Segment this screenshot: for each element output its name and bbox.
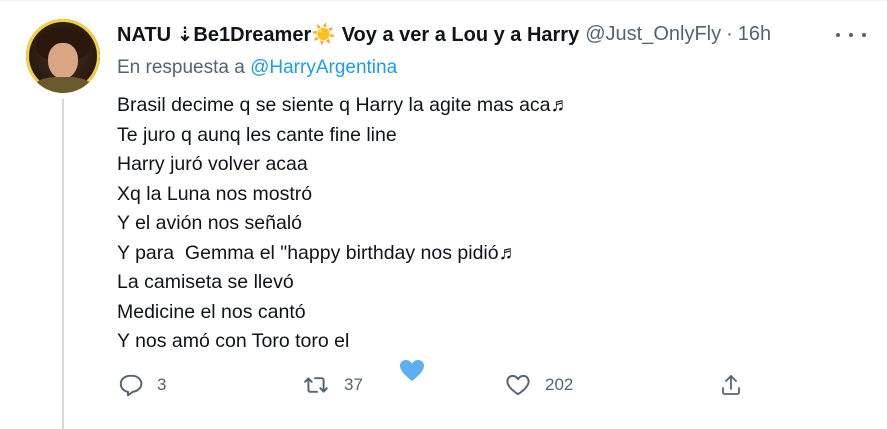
like-button[interactable]: 202 bbox=[505, 371, 573, 399]
tweet-line: Xq la Luna nos mostró bbox=[117, 182, 313, 205]
avatar[interactable] bbox=[26, 19, 100, 93]
retweet-button[interactable]: 37 bbox=[302, 371, 363, 399]
tweet-line: La camiseta se llevó bbox=[117, 271, 294, 293]
reply-count: 3 bbox=[157, 375, 167, 394]
share-icon bbox=[719, 372, 743, 398]
tweet-line: Medicine el nos cantó bbox=[117, 300, 306, 323]
retweet-icon bbox=[302, 372, 330, 398]
thread-line bbox=[62, 99, 64, 429]
reply-button[interactable]: 3 bbox=[117, 371, 166, 399]
tweet-header: NATU ⇣Be1Dreamer☀️ Voy a ver a Lou y a H… bbox=[117, 21, 771, 47]
blue-heart-emoji-icon bbox=[355, 330, 424, 382]
handle[interactable]: @Just_OnlyFly bbox=[585, 23, 721, 46]
more-icon[interactable] bbox=[836, 25, 866, 45]
action-bar: 3 37 202 bbox=[117, 371, 757, 399]
tweet-text: Brasil decime q se siente q Harry la agi… bbox=[117, 91, 571, 382]
reply-mention-link[interactable]: @HarryArgentina bbox=[250, 57, 397, 78]
tweet-line: Y el avión nos señaló bbox=[117, 212, 303, 234]
share-button[interactable] bbox=[719, 371, 743, 399]
timestamp[interactable]: 16h bbox=[738, 23, 771, 46]
like-count: 202 bbox=[545, 375, 574, 394]
display-name[interactable]: NATU ⇣Be1Dreamer☀️ Voy a ver a Lou y a H… bbox=[117, 22, 579, 47]
tweet-line: Y nos amó con Toro toro el bbox=[117, 330, 350, 352]
tweet-last-line: Y nos amó con Toro toro el bbox=[117, 327, 570, 382]
tweet-line: Brasil decime q se siente q Harry la agi… bbox=[117, 94, 571, 116]
tweet[interactable]: NATU ⇣Be1Dreamer☀️ Voy a ver a Lou y a H… bbox=[0, 0, 887, 429]
tweet-line: Harry juró volver acaa bbox=[117, 153, 308, 175]
reply-prefix: En respuesta a bbox=[117, 57, 245, 78]
reply-icon bbox=[117, 372, 143, 398]
retweet-count: 37 bbox=[344, 375, 363, 394]
reply-context: En respuesta a @HarryArgentina bbox=[117, 57, 397, 79]
tweet-line: Te juro q aunq les cante fine line bbox=[117, 123, 397, 146]
separator-dot: · bbox=[726, 22, 733, 45]
tweet-line: Y para Gemma el "happy birthday nos pidi… bbox=[117, 241, 519, 264]
heart-icon bbox=[505, 372, 531, 398]
